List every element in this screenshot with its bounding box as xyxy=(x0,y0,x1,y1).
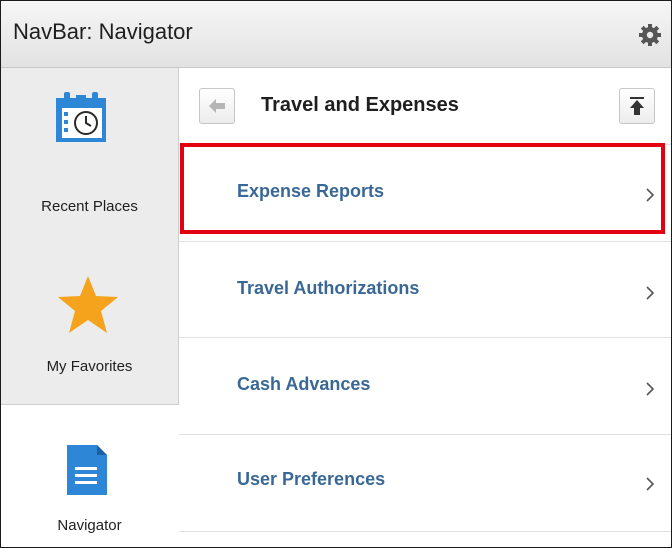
scroll-to-top-icon xyxy=(630,97,644,115)
sidebar-item-label: My Favorites xyxy=(46,358,133,375)
page-title: Travel and Expenses xyxy=(261,94,459,116)
calendar-clock-icon xyxy=(56,92,106,142)
list-item-travel-authorizations[interactable]: Travel Authorizations xyxy=(179,241,671,338)
navbar-header: NavBar: Navigator xyxy=(1,1,671,68)
chevron-right-icon xyxy=(646,382,655,396)
sidebar-item-label: Recent Places xyxy=(41,198,138,215)
document-icon xyxy=(67,445,107,495)
list-item-label: User Preferences xyxy=(237,469,386,489)
chevron-right-icon xyxy=(646,188,655,202)
navbar-panel: NavBar: Navigator Recent Places My Favor… xyxy=(0,0,672,548)
navigator-content: Travel and Expenses Expense Reports Trav… xyxy=(179,68,671,547)
sidebar-item-label: Navigator xyxy=(57,517,122,534)
star-icon xyxy=(58,276,118,333)
sidebar-item-recent-places[interactable]: Recent Places xyxy=(1,68,178,236)
scroll-to-top-button[interactable] xyxy=(619,88,655,124)
navbar-sidebar: Recent Places My Favorites Navigator xyxy=(1,68,179,547)
chevron-right-icon xyxy=(646,286,655,300)
list-item-label: Travel Authorizations xyxy=(237,278,420,298)
list-item-user-preferences[interactable]: User Preferences xyxy=(179,435,671,532)
sidebar-item-navigator[interactable]: Navigator xyxy=(1,404,179,547)
list-item-label: Cash Advances xyxy=(237,374,371,394)
sidebar-item-my-favorites[interactable]: My Favorites xyxy=(1,236,178,404)
list-item-label: Expense Reports xyxy=(237,181,385,201)
back-button[interactable] xyxy=(199,88,235,124)
list-item-cash-advances[interactable]: Cash Advances xyxy=(179,338,671,435)
content-header: Travel and Expenses xyxy=(179,68,671,144)
navbar-title: NavBar: Navigator xyxy=(13,19,193,44)
list-item-expense-reports[interactable]: Expense Reports xyxy=(179,144,671,242)
gear-icon[interactable] xyxy=(638,23,662,47)
back-arrow-icon xyxy=(209,99,225,113)
chevron-right-icon xyxy=(646,477,655,491)
